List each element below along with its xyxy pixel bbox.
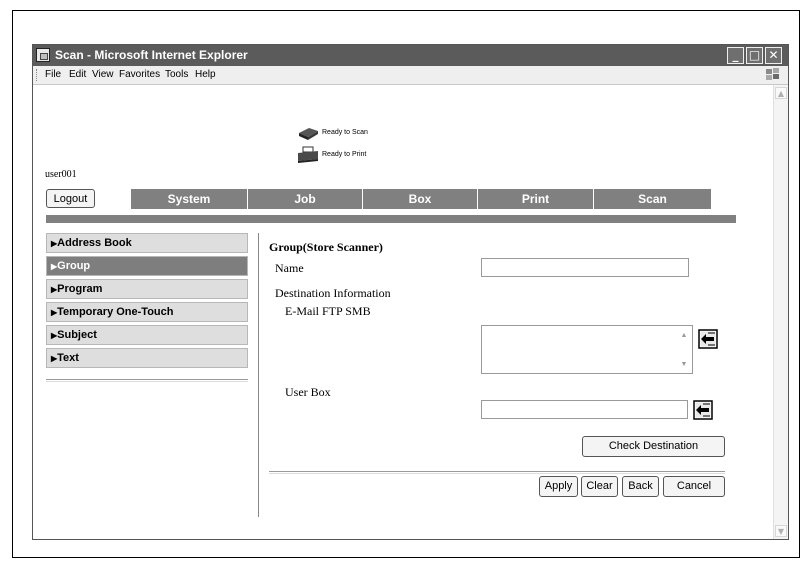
name-input[interactable] [481,258,689,277]
tab-print[interactable]: Print [477,189,593,209]
sidebar-item-text[interactable]: ▶Text [46,348,248,368]
sidebar-item-label: Temporary One-Touch [57,306,174,318]
textarea-scroll-up-icon[interactable]: ▲ [678,329,690,341]
user-name: user001 [45,169,77,180]
tab-system[interactable]: System [130,189,247,209]
scanner-status: Ready to Scan [322,129,368,136]
tab-underline-bar [46,215,736,223]
check-destination-button[interactable]: Check Destination [582,436,725,457]
user-box-label: User Box [285,385,331,399]
sidebar-item-label: Subject [57,329,97,341]
sidebar-item-label: Program [57,283,103,295]
address-book-icon[interactable] [693,400,713,420]
printer-icon [298,146,318,163]
sidebar: ▶Address Book ▶Group ▶Program ▶Temporary… [46,233,248,371]
user-box-input[interactable] [481,400,688,419]
address-book-icon[interactable] [698,329,718,349]
destination-types-label: E-Mail FTP SMB [285,304,371,318]
sidebar-item-group[interactable]: ▶Group [46,256,248,276]
vertical-scrollbar[interactable]: ▲ ▼ [773,85,788,539]
sidebar-item-label: Group [57,260,91,272]
sidebar-item-label: Address Book [57,237,132,249]
printer-status: Ready to Print [322,151,367,158]
tab-job[interactable]: Job [247,189,362,209]
form-title: Group(Store Scanner) [269,240,383,254]
scroll-down-icon[interactable]: ▼ [775,525,787,537]
tab-scan[interactable]: Scan [593,189,711,209]
destination-textarea[interactable]: ▲ ▼ [481,325,693,374]
sidebar-item-label: Text [57,352,79,364]
sidebar-item-program[interactable]: ▶Program [46,279,248,299]
textarea-scroll-down-icon[interactable]: ▼ [678,358,690,370]
page-content: Ready to Scan Ready to Print user001 Log… [32,44,772,540]
sidebar-item-address-book[interactable]: ▶Address Book [46,233,248,253]
tab-box[interactable]: Box [362,189,477,209]
sidebar-item-subject[interactable]: ▶Subject [46,325,248,345]
destination-info-label: Destination Information [275,286,391,300]
sidebar-item-temporary-one-touch[interactable]: ▶Temporary One-Touch [46,302,248,322]
back-button[interactable]: Back [622,476,659,497]
panel-divider [258,233,259,517]
name-label: Name [275,261,304,275]
cancel-button[interactable]: Cancel [663,476,725,497]
clear-button[interactable]: Clear [581,476,618,497]
form-divider [269,471,725,474]
scroll-up-icon[interactable]: ▲ [775,87,787,99]
scanner-icon [299,128,318,140]
sidebar-divider [46,379,248,382]
logout-button[interactable]: Logout [46,189,95,208]
apply-button[interactable]: Apply [539,476,578,497]
